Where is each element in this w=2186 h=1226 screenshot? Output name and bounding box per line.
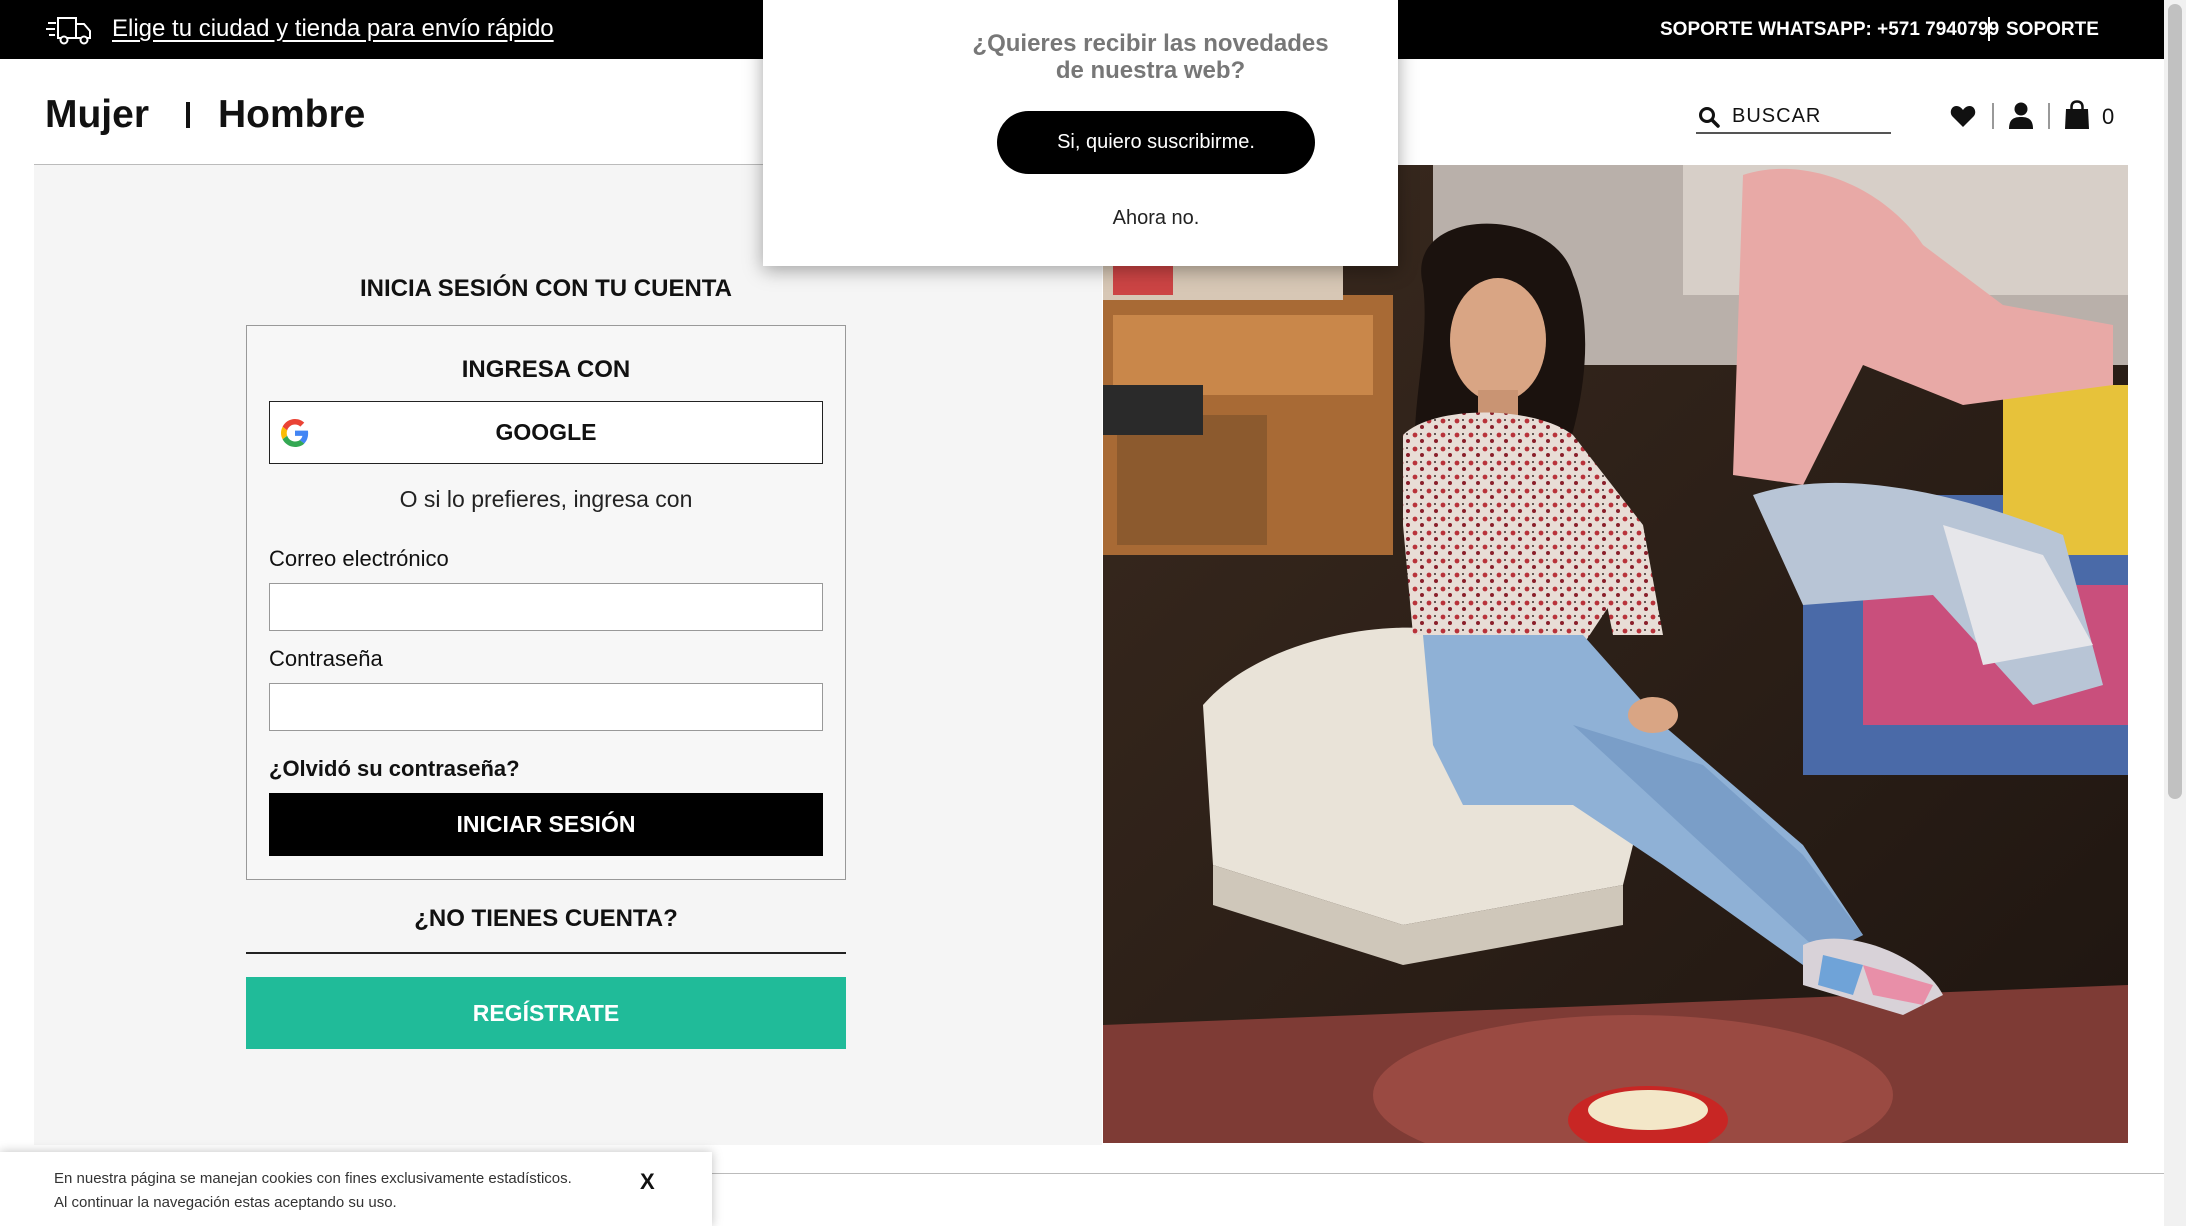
hero-photo <box>1103 165 2128 1143</box>
login-title: INICIA SESIÓN CON TU CUENTA <box>359 275 732 302</box>
footer-divider <box>712 1173 2164 1174</box>
scrollbar-thumb[interactable] <box>2168 4 2182 799</box>
nav-mujer-link[interactable]: Mujer <box>45 93 149 137</box>
no-account-heading: ¿NO TIENES CUENTA? <box>414 905 678 932</box>
social-login-heading: INGRESA CON <box>461 356 631 383</box>
email-label: Correo electrónico <box>269 546 449 571</box>
no-account-divider <box>246 952 846 954</box>
choose-city-link[interactable]: Elige tu ciudad y tienda para envío rápi… <box>112 15 554 43</box>
heart-icon[interactable] <box>1950 104 1976 128</box>
subscribe-question: ¿Quieres recibir las novedades de nuestr… <box>972 30 1329 84</box>
password-label: Contraseña <box>269 646 383 671</box>
page-scrollbar[interactable] <box>2164 0 2186 1226</box>
nav-divider <box>186 102 190 128</box>
subscribe-popup: ¿Quieres recibir las novedades de nuestr… <box>763 0 1398 266</box>
search-box[interactable] <box>1696 100 1891 134</box>
login-form: INGRESA CON GOOGLE O si lo prefieres, in… <box>246 325 846 880</box>
alternative-login-text: O si lo prefieres, ingresa con <box>399 486 693 512</box>
subscribe-no-button[interactable]: Ahora no. <box>997 207 1315 230</box>
support-link[interactable]: SOPORTE <box>2006 19 2099 41</box>
icon-divider <box>1992 103 1994 129</box>
login-button[interactable]: INICIAR SESIÓN <box>269 793 823 856</box>
cookie-message: En nuestra página se manejan cookies con… <box>54 1170 572 1211</box>
delivery-truck-icon <box>46 17 91 45</box>
subscribe-yes-button[interactable]: Si, quiero suscribirme. <box>997 111 1315 174</box>
user-icon[interactable] <box>2008 101 2034 129</box>
cart-count[interactable]: 0 <box>2102 104 2114 130</box>
email-field[interactable] <box>269 583 823 631</box>
forgot-password-link[interactable]: ¿Olvidó su contraseña? <box>269 756 520 782</box>
shopping-bag-icon[interactable] <box>2064 100 2090 130</box>
cookie-close-button[interactable]: X <box>640 1169 655 1195</box>
support-whatsapp-link[interactable]: SOPORTE WHATSAPP: +571 7940799 <box>1660 19 1999 41</box>
google-label: GOOGLE <box>495 419 597 445</box>
search-input[interactable] <box>1732 102 1887 130</box>
nav-hombre-link[interactable]: Hombre <box>218 93 365 137</box>
google-login-button[interactable]: GOOGLE <box>269 401 823 464</box>
cookie-banner: En nuestra página se manejan cookies con… <box>0 1152 712 1226</box>
search-icon[interactable] <box>1698 106 1720 128</box>
icon-divider <box>2048 103 2050 129</box>
hero-image <box>1103 165 2128 1143</box>
topbar-divider <box>1988 17 1990 41</box>
password-field[interactable] <box>269 683 823 731</box>
register-button[interactable]: REGÍSTRATE <box>246 977 846 1049</box>
